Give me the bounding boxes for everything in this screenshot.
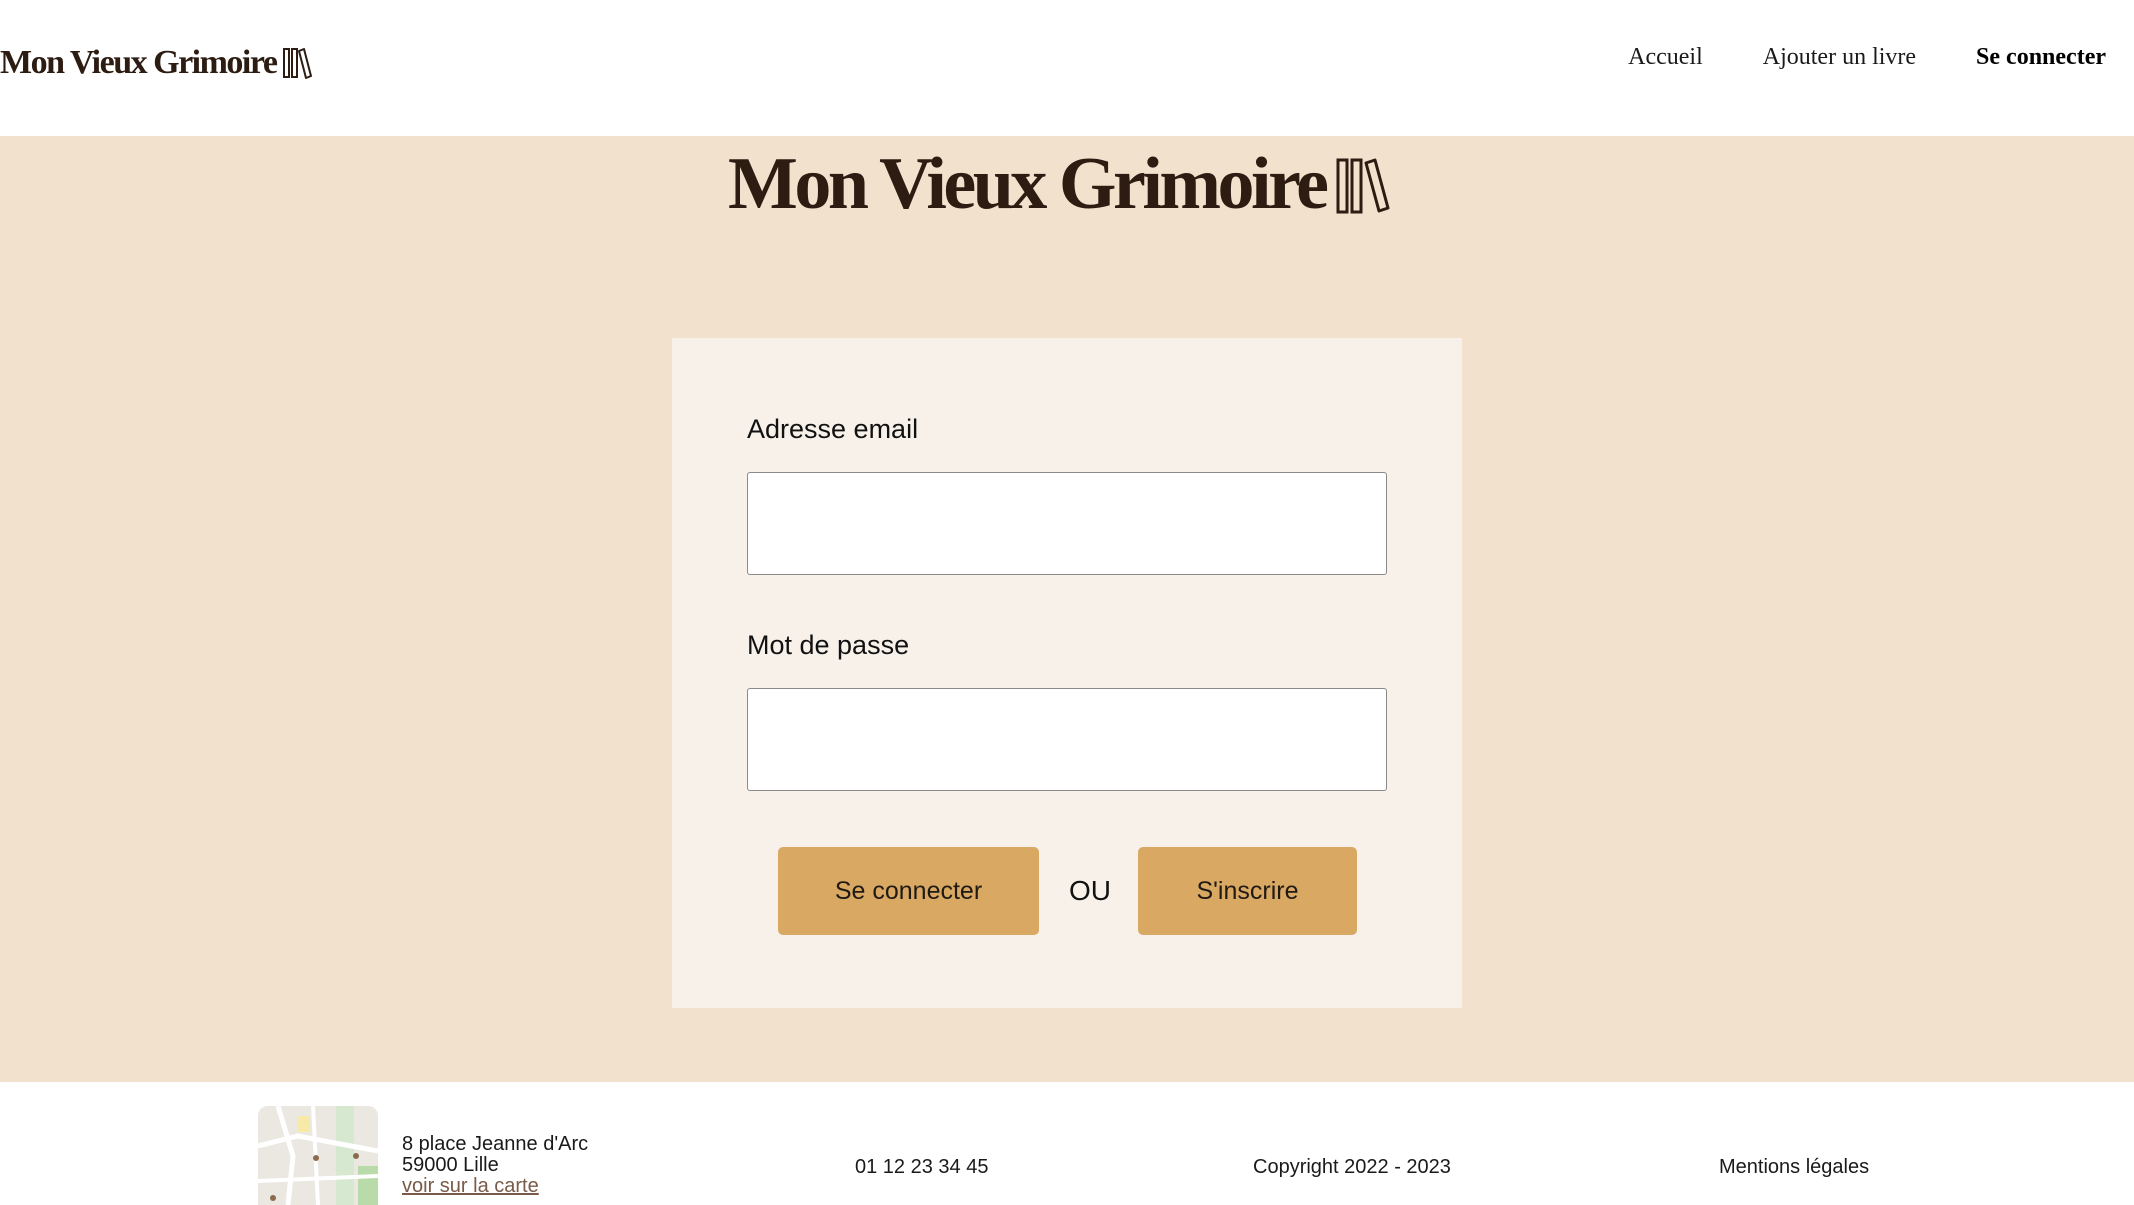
footer-copyright: Copyright 2022 - 2023 [1253,1156,1451,1178]
site-footer: 8 place Jeanne d'Arc 59000 Lille voir su… [0,1082,2134,1205]
page-logo-text: Mon Vieux Grimoire [728,143,1329,225]
login-button[interactable]: Se connecter [778,847,1039,935]
site-header: Mon Vieux Grimoire Accueil Ajouter un li… [0,0,2134,136]
footer-address: 8 place Jeanne d'Arc 59000 Lille voir su… [402,1134,588,1197]
password-field[interactable] [747,688,1387,791]
or-separator: OU [1069,875,1111,906]
signup-button[interactable]: S'inscrire [1138,847,1357,935]
legal-notice-link[interactable]: Mentions légales [1719,1156,1869,1179]
nav-home-link[interactable]: Accueil [1628,44,1703,71]
login-form: Adresse email Mot de passe Se connecter … [672,338,1462,1008]
main-content: Mon Vieux Grimoire Adresse email Mot de … [0,136,2134,1082]
map-image [258,1106,378,1205]
page-logo: Mon Vieux Grimoire [728,142,1391,227]
main-nav: Accueil Ajouter un livre Se connecter [1628,44,2106,71]
email-label: Adresse email [747,414,919,444]
nav-add-book-link[interactable]: Ajouter un livre [1763,44,1916,71]
footer-phone: 01 12 23 34 45 [855,1156,989,1178]
map-thumbnail-icon[interactable] [258,1106,378,1205]
map-link[interactable]: voir sur la carte [402,1176,588,1197]
password-label: Mot de passe [747,630,910,660]
header-logo-text: Mon Vieux Grimoire [0,44,278,81]
address-line1: 8 place Jeanne d'Arc [402,1133,589,1155]
header-logo[interactable]: Mon Vieux Grimoire [0,44,313,82]
address-line2: 59000 Lille [402,1154,499,1176]
nav-login-link[interactable]: Se connecter [1976,44,2106,71]
email-field[interactable] [747,472,1387,575]
books-logo-icon [1336,158,1390,213]
books-logo-icon [283,48,313,79]
